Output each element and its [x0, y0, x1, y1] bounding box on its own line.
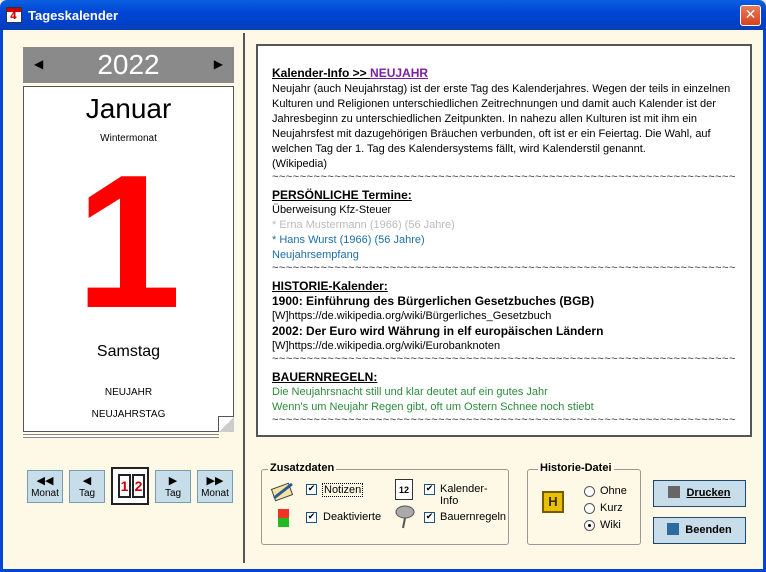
radio-wiki[interactable]: [584, 520, 595, 531]
prev-day-button[interactable]: ◀ Tag: [69, 470, 105, 503]
radio-ohne[interactable]: [584, 486, 595, 497]
termine-list: Überweisung Kfz-Steuer * Erna Mustermann …: [272, 203, 736, 263]
next-year-icon[interactable]: ▶: [214, 57, 223, 71]
calendar-stack-edge: [23, 436, 219, 438]
notizen-checkbox[interactable]: ✔: [306, 484, 317, 495]
history-file-icon: H: [542, 491, 564, 513]
historie-heading: HISTORIE-Kalender:: [272, 279, 388, 293]
calendar-stack-edge: [23, 433, 219, 435]
historie-item: 2002: Der Euro wird Währung in elf europ…: [272, 324, 604, 338]
page-fold-icon: [218, 416, 234, 432]
deaktivierte-label[interactable]: Deaktivierte: [323, 511, 381, 523]
radio-kurz[interactable]: [584, 503, 595, 514]
notizen-label[interactable]: Notizen: [322, 483, 364, 497]
zusatzdaten-group: Zusatzdaten ✔ Notizen ✔ Deaktivierte 12 …: [261, 462, 509, 545]
bauernregeln-checkbox[interactable]: ✔: [424, 512, 435, 523]
holiday-label: NEUJAHRSTAG: [91, 409, 166, 420]
separator: ~~~~~~~~~~~~~~~~~~~~~~~~~~~~~~~~~~~~~~~~…: [272, 415, 736, 425]
separator: ~~~~~~~~~~~~~~~~~~~~~~~~~~~~~~~~~~~~~~~~…: [272, 172, 736, 182]
title-bar[interactable]: 4 Tageskalender ✕: [0, 0, 766, 30]
historie-datei-group: Historie-Datei H Ohne Kurz Wiki: [527, 462, 641, 545]
separator: ~~~~~~~~~~~~~~~~~~~~~~~~~~~~~~~~~~~~~~~~…: [272, 354, 736, 364]
today-digit: 1: [118, 474, 131, 498]
exit-door-icon: [667, 523, 680, 535]
drucken-button[interactable]: Drucken: [653, 480, 746, 507]
beenden-button[interactable]: Beenden: [653, 517, 746, 544]
termin-item: * Erna Mustermann (1966) (56 Jahre): [272, 219, 455, 231]
weekday-label: Samstag: [96, 343, 161, 360]
app-icon: 4: [6, 7, 22, 23]
termine-heading: PERSÖNLICHE Termine:: [272, 188, 412, 202]
termin-item: * Hans Wurst (1966) (56 Jahre): [272, 234, 425, 246]
termin-item: Überweisung Kfz-Steuer: [272, 204, 392, 216]
radio-kurz-label[interactable]: Kurz: [600, 502, 623, 514]
separator: ~~~~~~~~~~~~~~~~~~~~~~~~~~~~~~~~~~~~~~~~…: [272, 263, 736, 273]
kalender-info-heading: Kalender-Info >> NEUJAHR: [272, 66, 429, 80]
year-label: 2022: [97, 49, 160, 80]
kalender-info-text: Neujahr (auch Neujahrstag) ist der erste…: [272, 83, 731, 155]
deaktivierte-checkbox[interactable]: ✔: [306, 512, 317, 523]
bauernregeln-label[interactable]: Bauernregeln: [440, 511, 506, 523]
right-arrow-icon: ▶: [168, 474, 178, 487]
holiday-label: NEUJAHR: [104, 387, 153, 398]
kalender-info-label[interactable]: Kalender- Info: [440, 483, 508, 507]
bauernregel-item: Die Neujahrsnacht still und klar deutet …: [272, 386, 548, 398]
weather-icon: [395, 505, 415, 529]
bauernregeln-heading: BAUERNREGELN:: [272, 370, 378, 384]
day-number: 1: [75, 136, 182, 348]
notes-icon: [270, 482, 294, 502]
radio-ohne-label[interactable]: Ohne: [600, 485, 627, 497]
kalender-info-link[interactable]: NEUJAHR: [370, 66, 428, 80]
termin-item: Neujahrsempfang: [272, 249, 359, 261]
zusatzdaten-legend: Zusatzdaten: [268, 462, 337, 474]
printer-icon: [668, 486, 681, 498]
kalender-info-icon: 12: [395, 479, 413, 500]
radio-wiki-label[interactable]: Wiki: [600, 519, 621, 531]
window-title: Tageskalender: [28, 8, 119, 23]
double-right-arrow-icon: ▶▶: [206, 474, 224, 487]
info-panel[interactable]: Kalender-Info >> NEUJAHR Neujahr (auch N…: [256, 44, 752, 437]
prev-month-button[interactable]: ◀◀ Monat: [27, 470, 63, 503]
historie-item: [W]https://de.wikipedia.org/wiki/Euroban…: [272, 340, 501, 352]
today-digit: 2: [132, 474, 145, 498]
historie-datei-legend: Historie-Datei: [538, 462, 614, 474]
deaktiviert-red-icon: [278, 509, 289, 518]
kalender-info-checkbox[interactable]: ✔: [424, 484, 435, 495]
historie-item: [W]https://de.wikipedia.org/wiki/Bürgerl…: [272, 310, 552, 322]
bauernregel-item: Wenn's um Neujahr Regen gibt, oft um Ost…: [272, 401, 594, 413]
today-button[interactable]: 1 2: [111, 467, 149, 505]
window-body: ◀ 2022 ▶ Januar Wintermonat 1 Samstag NE…: [0, 30, 766, 572]
kalender-info-source: (Wikipedia): [272, 158, 328, 170]
calendar-sheet: Januar Wintermonat 1 Samstag NEUJAHR NEU…: [23, 86, 234, 432]
deaktiviert-green-icon: [278, 518, 289, 527]
vertical-divider: [243, 33, 245, 563]
historie-list: 1900: Einführung des Bürgerlichen Gesetz…: [272, 294, 736, 354]
year-bar: ◀ 2022 ▶: [23, 47, 234, 83]
close-button[interactable]: ✕: [740, 5, 761, 26]
next-month-button[interactable]: ▶▶ Monat: [197, 470, 233, 503]
historie-item: 1900: Einführung des Bürgerlichen Gesetz…: [272, 294, 595, 308]
next-day-button[interactable]: ▶ Tag: [155, 470, 191, 503]
double-left-arrow-icon: ◀◀: [36, 474, 54, 487]
month-label: Januar: [85, 93, 172, 124]
left-arrow-icon: ◀: [82, 474, 92, 487]
